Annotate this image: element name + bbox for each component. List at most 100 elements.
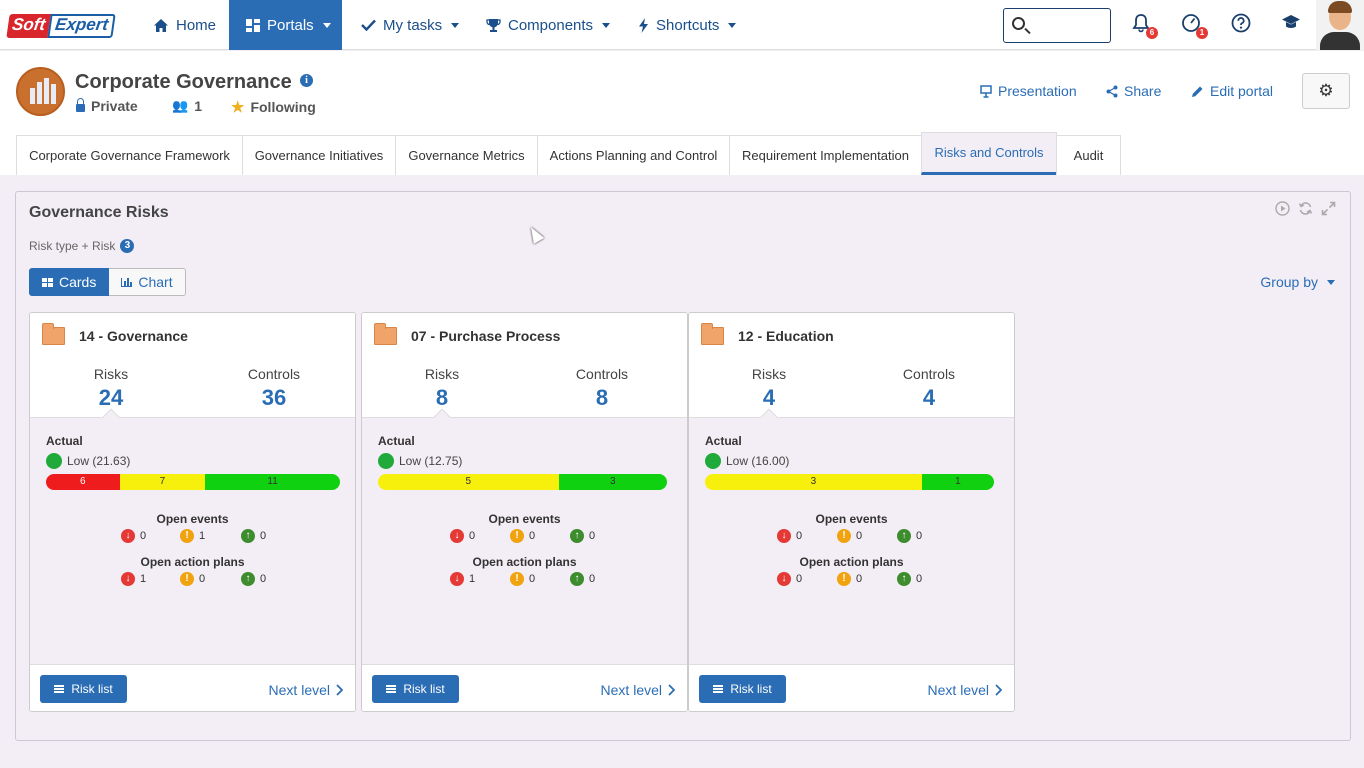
trophy-icon bbox=[486, 18, 501, 32]
nav-portals[interactable]: Portals bbox=[229, 0, 342, 50]
top-navbar: Soft Expert Home Portals My tasks Compon… bbox=[0, 0, 1364, 50]
plans-medium-count: 0 bbox=[529, 573, 536, 585]
search-input[interactable] bbox=[1032, 15, 1106, 37]
plans-medium: ! 0 bbox=[510, 572, 535, 586]
members-count: 1 bbox=[194, 98, 202, 114]
card-title[interactable]: 14 - Governance bbox=[79, 328, 188, 344]
refresh-icon[interactable] bbox=[1298, 201, 1313, 216]
next-level-label: Next level bbox=[268, 682, 330, 698]
help-button[interactable] bbox=[1230, 13, 1252, 35]
risks-count[interactable]: 8 bbox=[392, 385, 492, 411]
chart-view-button[interactable]: Chart bbox=[109, 268, 186, 296]
notification-count-badge: 6 bbox=[1146, 27, 1158, 39]
nav-my-tasks[interactable]: My tasks bbox=[361, 0, 460, 50]
notifications-button[interactable]: 6 bbox=[1130, 13, 1158, 39]
plans-low: ↑ 0 bbox=[570, 572, 595, 586]
status-dot-icon bbox=[705, 453, 721, 469]
chevron-down-icon bbox=[451, 22, 460, 28]
risk-list-button[interactable]: Risk list bbox=[699, 675, 786, 703]
bolt-icon bbox=[639, 17, 648, 33]
grid-icon bbox=[42, 277, 53, 287]
risks-count[interactable]: 4 bbox=[719, 385, 819, 411]
home-icon bbox=[154, 18, 168, 32]
exclamation-icon: ! bbox=[837, 529, 851, 543]
chevron-down-icon bbox=[728, 22, 737, 28]
plans-high-count: 0 bbox=[796, 573, 803, 585]
group-by-dropdown[interactable]: Group by bbox=[1260, 274, 1335, 290]
controls-count[interactable]: 36 bbox=[224, 385, 324, 411]
nav-shortcuts-label: Shortcuts bbox=[656, 16, 720, 34]
presentation-link[interactable]: Presentation bbox=[980, 83, 1077, 99]
controls-count[interactable]: 4 bbox=[879, 385, 979, 411]
chevron-right-icon bbox=[668, 684, 675, 696]
edit-portal-link[interactable]: Edit portal bbox=[1191, 83, 1273, 99]
search-box[interactable] bbox=[1003, 8, 1111, 43]
events-low: ↑ 0 bbox=[897, 529, 922, 543]
lock-icon bbox=[76, 98, 85, 112]
next-level-link[interactable]: Next level bbox=[601, 682, 675, 698]
plans-high-count: 1 bbox=[140, 573, 147, 585]
card-header: 07 - Purchase Process Risks 8 Controls 8 bbox=[362, 313, 687, 418]
following-indicator[interactable]: ★ Following bbox=[231, 98, 316, 116]
controls-label: Controls bbox=[247, 366, 301, 382]
help-icon bbox=[1231, 13, 1251, 33]
tab-corporate-governance-framework[interactable]: Corporate Governance Framework bbox=[16, 135, 243, 175]
events-medium: ! 1 bbox=[180, 529, 205, 543]
next-level-link[interactable]: Next level bbox=[269, 682, 343, 698]
plans-medium-count: 0 bbox=[856, 573, 863, 585]
tab-requirement-implementation[interactable]: Requirement Implementation bbox=[729, 135, 922, 175]
softexpert-logo[interactable]: Soft Expert bbox=[6, 14, 116, 38]
open-action-plans-label: Open action plans bbox=[140, 555, 245, 569]
tab-audit[interactable]: Audit bbox=[1056, 135, 1121, 175]
pencil-icon bbox=[1192, 86, 1203, 97]
next-level-link[interactable]: Next level bbox=[928, 682, 1002, 698]
card-title[interactable]: 12 - Education bbox=[738, 328, 834, 344]
info-icon[interactable]: i bbox=[300, 74, 313, 87]
tab-governance-metrics[interactable]: Governance Metrics bbox=[395, 135, 538, 175]
arrow-down-icon: ↓ bbox=[777, 572, 791, 586]
nav-shortcuts[interactable]: Shortcuts bbox=[638, 0, 737, 50]
list-icon bbox=[713, 685, 724, 693]
nav-home-label: Home bbox=[176, 16, 217, 34]
approvals-button[interactable]: 1 bbox=[1180, 13, 1208, 39]
plans-low-count: 0 bbox=[916, 573, 923, 585]
cards-view-button[interactable]: Cards bbox=[29, 268, 110, 296]
nav-portals-label: Portals bbox=[267, 16, 314, 34]
tab-actions-planning-control[interactable]: Actions Planning and Control bbox=[537, 135, 730, 175]
users-icon: 👥 bbox=[172, 98, 189, 113]
events-low-count: 0 bbox=[589, 530, 596, 542]
nav-components[interactable]: Components bbox=[486, 0, 611, 50]
open-events-label: Open events bbox=[488, 512, 561, 526]
open-events-label: Open events bbox=[156, 512, 229, 526]
card-header: 14 - Governance Risks 24 Controls 36 bbox=[30, 313, 355, 418]
user-avatar[interactable] bbox=[1316, 0, 1364, 50]
controls-count[interactable]: 8 bbox=[552, 385, 652, 411]
risk-distribution-bar: 31 bbox=[705, 474, 994, 490]
actual-label: Actual bbox=[46, 434, 83, 448]
plans-medium: ! 0 bbox=[837, 572, 862, 586]
nav-my-tasks-label: My tasks bbox=[383, 16, 443, 34]
arrow-down-icon: ↓ bbox=[777, 529, 791, 543]
events-medium: ! 0 bbox=[837, 529, 862, 543]
arrow-down-icon: ↓ bbox=[450, 529, 464, 543]
risk-distribution-bar: 6 7 11 bbox=[46, 474, 340, 490]
risk-list-button[interactable]: Risk list bbox=[372, 675, 459, 703]
risks-count[interactable]: 24 bbox=[61, 385, 161, 411]
chevron-right-icon bbox=[336, 684, 343, 696]
tab-risks-and-controls[interactable]: Risks and Controls bbox=[921, 132, 1057, 175]
learning-button[interactable] bbox=[1280, 13, 1302, 35]
settings-button[interactable]: ⚙ bbox=[1302, 73, 1350, 109]
events-low: ↑ 0 bbox=[241, 529, 266, 543]
folder-icon bbox=[701, 323, 724, 345]
tab-governance-initiatives[interactable]: Governance Initiatives bbox=[242, 135, 396, 175]
share-link[interactable]: Share bbox=[1106, 83, 1161, 99]
members-indicator[interactable]: 👥 1 bbox=[172, 98, 202, 114]
card-header: 12 - Education Risks 4 Controls 4 bbox=[689, 313, 1014, 418]
risk-list-button[interactable]: Risk list bbox=[40, 675, 127, 703]
risk-level: Low (16.00) bbox=[705, 453, 789, 469]
risk-distribution-bar: 53 bbox=[378, 474, 667, 490]
play-icon[interactable] bbox=[1275, 201, 1290, 216]
nav-home[interactable]: Home bbox=[153, 0, 216, 50]
card-title[interactable]: 07 - Purchase Process bbox=[411, 328, 560, 344]
expand-icon[interactable] bbox=[1321, 201, 1336, 216]
